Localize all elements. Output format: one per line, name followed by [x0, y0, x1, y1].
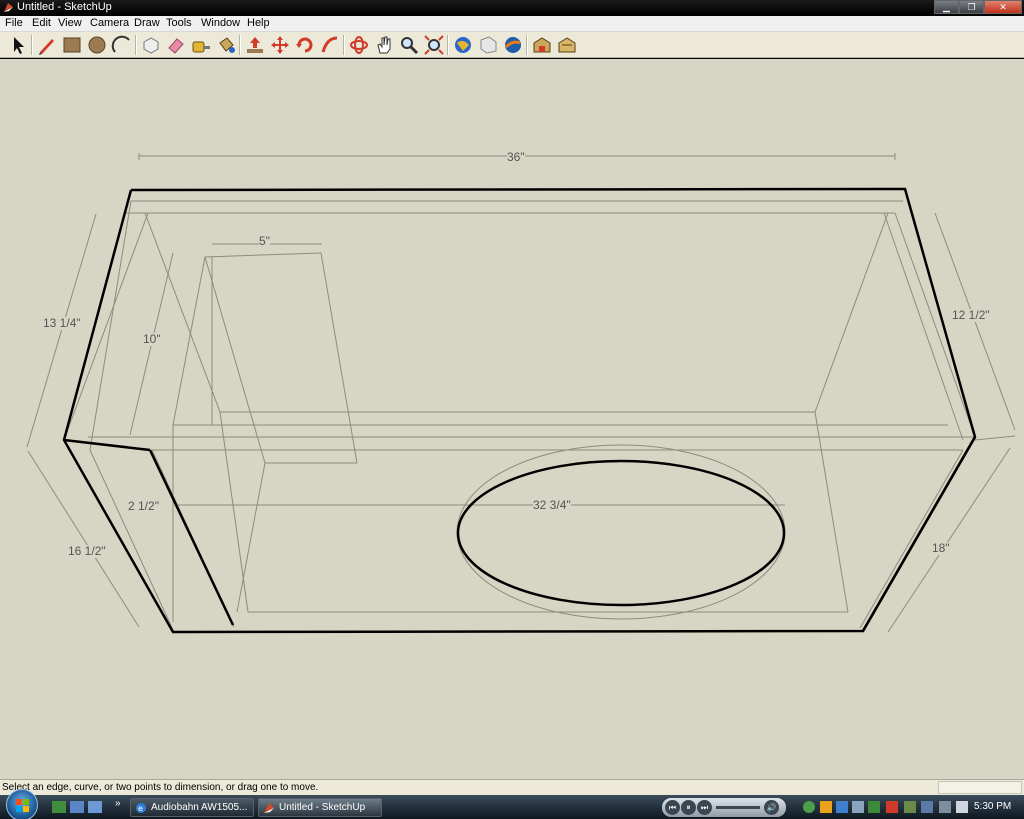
select-icon[interactable] [7, 34, 29, 56]
zoom-icon[interactable] [398, 34, 420, 56]
tray-network-icon[interactable] [803, 801, 815, 813]
dimension-wall[interactable]: 2 1/2" [128, 500, 159, 513]
tray-app-icon[interactable] [904, 801, 916, 813]
tape-measure-icon[interactable] [190, 34, 212, 56]
warehouse-icon[interactable] [531, 34, 553, 56]
title-bar: Untitled - SketchUp ▁ ❐ ✕ [0, 0, 1024, 16]
eraser-icon[interactable] [165, 34, 187, 56]
subwoofer-box-model [26, 153, 1016, 634]
drawing-viewport[interactable]: 36" 13 1/4" 12 1/2" 5" 10" 2 1/2" 32 3/4… [0, 59, 1024, 779]
taskbar-item-label: Audiobahn AW1505... [151, 802, 248, 813]
tray-update-icon[interactable] [836, 801, 848, 813]
dimension-port-width[interactable]: 5" [259, 235, 270, 248]
windows-flag-icon [16, 799, 29, 812]
tray-connection-icon[interactable] [939, 801, 951, 813]
dimension-depth-left[interactable]: 16 1/2" [68, 545, 106, 558]
quicklaunch-excel-icon[interactable] [52, 801, 66, 813]
circle-icon[interactable] [86, 34, 108, 56]
status-text: Select an edge, curve, or two points to … [2, 782, 319, 793]
tray-shield-icon[interactable] [820, 801, 832, 813]
dimension-right-height[interactable]: 12 1/2" [952, 309, 990, 322]
quicklaunch-desktop-icon[interactable] [70, 801, 84, 813]
follow-me-icon[interactable] [319, 34, 341, 56]
dimension-depth-right[interactable]: 18" [932, 542, 950, 555]
taskbar-item-label: Untitled - SketchUp [279, 802, 366, 813]
status-bar: Select an edge, curve, or two points to … [0, 779, 1024, 795]
clock[interactable]: 5:30 PM [974, 801, 1011, 812]
volume-slider[interactable] [716, 806, 760, 809]
move-icon[interactable] [269, 34, 291, 56]
tray-speaker-icon[interactable] [956, 801, 968, 813]
media-player-toolbar: ⏮ ⏸ ⏭ 🔊 [662, 798, 786, 817]
menu-edit[interactable]: Edit [32, 17, 51, 29]
taskbar-item-browser[interactable]: e Audiobahn AW1505... [130, 798, 254, 817]
zoom-extents-icon[interactable] [423, 34, 445, 56]
push-pull-icon[interactable] [244, 34, 266, 56]
toolbar [0, 32, 1024, 58]
rectangle-icon[interactable] [61, 34, 83, 56]
menu-draw[interactable]: Draw [134, 17, 160, 29]
quicklaunch-more-icon[interactable]: » [115, 798, 121, 809]
dimension-port-height[interactable]: 10" [143, 333, 161, 346]
close-button[interactable]: ✕ [984, 0, 1022, 14]
pan-icon[interactable] [373, 34, 395, 56]
window-title: Untitled - SketchUp [17, 1, 112, 13]
previous-icon[interactable]: ⏮ [665, 800, 680, 815]
components-icon[interactable] [556, 34, 578, 56]
make-component-icon[interactable] [140, 34, 162, 56]
start-button[interactable] [6, 789, 38, 819]
menu-camera[interactable]: Camera [90, 17, 129, 29]
maximize-button[interactable]: ❐ [959, 0, 984, 14]
tray-security-icon[interactable] [868, 801, 880, 813]
google-earth-icon[interactable] [502, 34, 524, 56]
minimize-button[interactable]: ▁ [934, 0, 959, 14]
menu-view[interactable]: View [58, 17, 82, 29]
taskbar: » e Audiobahn AW1505... Untitled - Sketc… [0, 789, 1024, 819]
dimension-left-height[interactable]: 13 1/4" [43, 317, 81, 330]
taskbar-item-sketchup[interactable]: Untitled - SketchUp [258, 798, 382, 817]
pencil-icon[interactable] [36, 34, 58, 56]
orbit-icon[interactable] [348, 34, 370, 56]
tray-antivirus-icon[interactable] [886, 801, 898, 813]
menu-bar: File Edit View Camera Draw Tools Window … [0, 16, 1024, 32]
arc-icon[interactable] [111, 34, 133, 56]
next-icon[interactable]: ⏭ [697, 800, 712, 815]
menu-file[interactable]: File [5, 17, 23, 29]
dimension-top[interactable]: 36" [507, 151, 525, 164]
get-models-icon[interactable] [452, 34, 474, 56]
tray-display-icon[interactable] [921, 801, 933, 813]
sketchup-icon [263, 802, 275, 814]
svg-text:e: e [138, 804, 143, 813]
menu-window[interactable]: Window [201, 17, 240, 29]
sketchup-icon [3, 2, 14, 13]
tray-monitor-icon[interactable] [852, 801, 864, 813]
menu-tools[interactable]: Tools [166, 17, 192, 29]
quicklaunch-switch-icon[interactable] [88, 801, 102, 813]
ie-icon: e [135, 802, 147, 814]
dimension-inner-width[interactable]: 32 3/4" [533, 499, 571, 512]
paint-bucket-icon[interactable] [215, 34, 237, 56]
menu-help[interactable]: Help [247, 17, 270, 29]
volume-icon[interactable]: 🔊 [764, 800, 779, 815]
share-model-icon[interactable] [477, 34, 499, 56]
measurements-box[interactable] [938, 781, 1022, 794]
rotate-icon[interactable] [294, 34, 316, 56]
pause-icon[interactable]: ⏸ [681, 800, 696, 815]
